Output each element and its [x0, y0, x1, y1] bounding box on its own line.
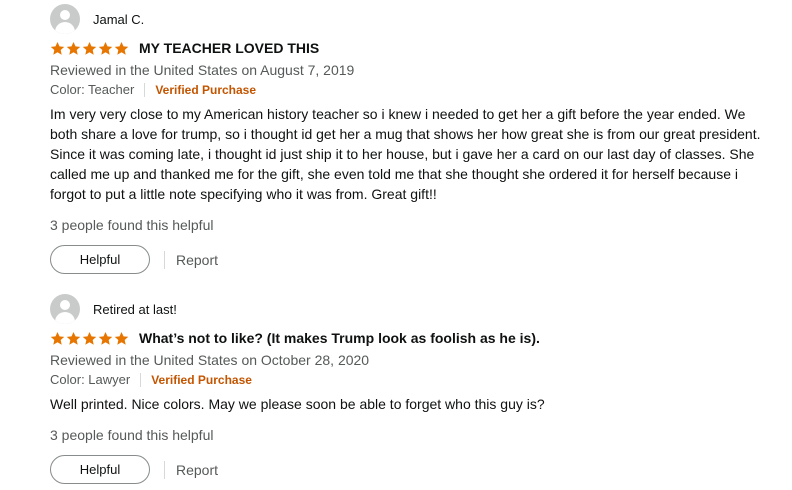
helpful-button[interactable]: Helpful	[50, 455, 150, 484]
review-date: Reviewed in the United States on October…	[50, 352, 370, 368]
avatar-icon	[50, 4, 80, 34]
star-icon	[82, 331, 97, 345]
star-icon	[66, 41, 81, 55]
star-icon	[114, 331, 129, 345]
reviewer-profile[interactable]: Jamal C.	[50, 4, 770, 34]
verified-purchase-badge: Verified Purchase	[155, 83, 257, 97]
star-icon	[66, 331, 81, 345]
review-card: Retired at last! What’s not to like? (It…	[50, 294, 770, 484]
verified-purchase-badge: Verified Purchase	[151, 373, 252, 387]
avatar-icon	[50, 294, 80, 324]
review-card: Jamal C. MY TEACHER LOVED THIS Reviewed …	[50, 4, 770, 274]
star-rating[interactable]	[50, 41, 129, 56]
review-title[interactable]: MY TEACHER LOVED THIS	[139, 40, 319, 56]
star-icon	[82, 41, 97, 55]
reviewer-name[interactable]: Jamal C.	[93, 12, 144, 27]
review-title[interactable]: What’s not to like? (It makes Trump look…	[139, 330, 540, 346]
star-icon	[50, 331, 65, 345]
review-body: Well printed. Nice colors. May we please…	[50, 396, 545, 412]
separator	[144, 83, 146, 97]
star-icon	[114, 41, 129, 55]
separator	[140, 373, 142, 387]
report-link[interactable]: Report	[176, 462, 218, 478]
star-icon	[98, 331, 113, 345]
helpful-count: 3 people found this helpful	[50, 427, 214, 443]
action-divider	[164, 460, 165, 479]
format-strip[interactable]: Color: Lawyer	[50, 370, 130, 390]
action-divider	[164, 250, 165, 269]
star-rating[interactable]	[50, 331, 129, 346]
review-body: Im very very close to my American histor…	[50, 106, 761, 202]
star-icon	[98, 41, 113, 55]
format-strip[interactable]: Color: Teacher	[50, 80, 134, 100]
reviewer-name[interactable]: Retired at last!	[93, 302, 177, 317]
review-date: Reviewed in the United States on August …	[50, 62, 355, 78]
reviewer-profile[interactable]: Retired at last!	[50, 294, 770, 324]
report-link[interactable]: Report	[176, 252, 218, 268]
helpful-count: 3 people found this helpful	[50, 217, 214, 233]
star-icon	[50, 41, 65, 55]
helpful-button[interactable]: Helpful	[50, 245, 150, 274]
